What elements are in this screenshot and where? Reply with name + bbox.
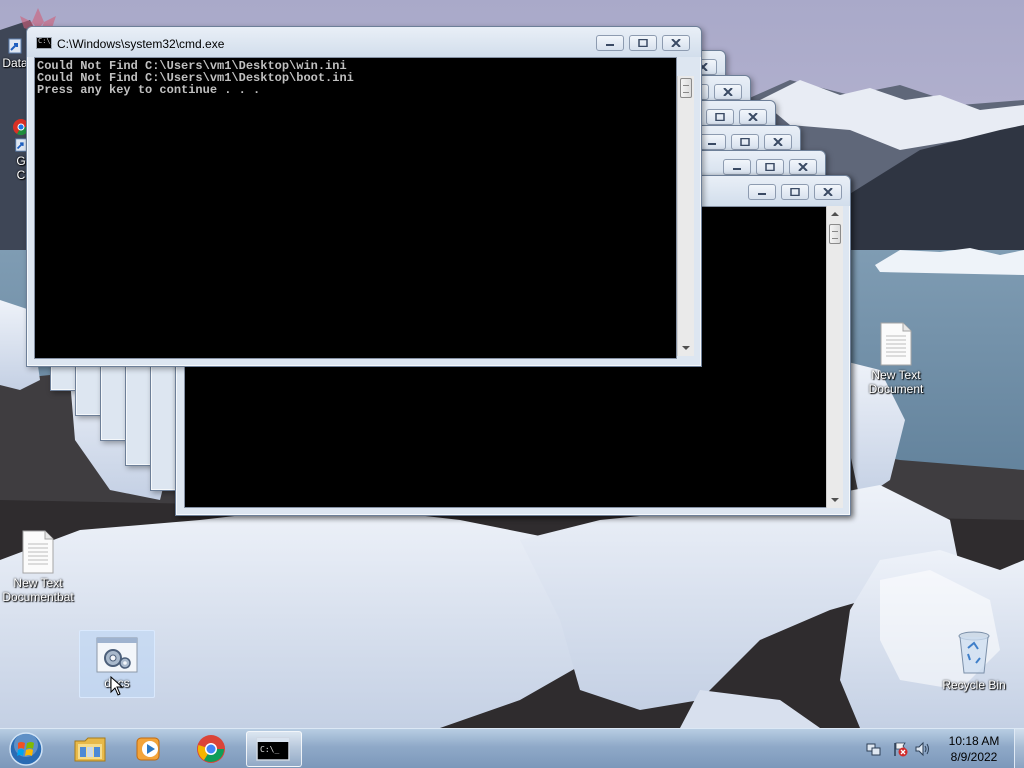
- clock-time: 10:18 AM: [948, 734, 1000, 748]
- taskbar-chrome-button[interactable]: [184, 731, 240, 767]
- minimize-icon: [758, 193, 766, 195]
- maximize-button[interactable]: [731, 134, 759, 150]
- close-icon: [671, 39, 681, 47]
- windows-logo-icon: [9, 732, 43, 766]
- folder-icon: [74, 737, 106, 762]
- speaker-icon[interactable]: [915, 741, 931, 757]
- maximize-icon: [715, 113, 725, 121]
- minimize-icon: [708, 143, 716, 145]
- clock-date: 8/9/2022: [950, 750, 998, 764]
- chrome-icon: [197, 735, 225, 763]
- minimize-icon: [733, 168, 741, 170]
- network-icon[interactable]: [866, 741, 882, 757]
- system-clock[interactable]: 10:18 AM 8/9/2022: [940, 733, 1008, 765]
- maximize-icon: [638, 39, 648, 47]
- close-icon: [823, 188, 833, 196]
- scroll-down-arrow-icon[interactable]: [678, 340, 694, 356]
- close-icon: [773, 138, 783, 146]
- console-line: Press any key to continue . . .: [37, 83, 261, 97]
- action-center-flag-icon[interactable]: [892, 741, 908, 757]
- maximize-icon: [740, 138, 750, 146]
- svg-text:C:\_: C:\_: [260, 745, 279, 754]
- close-button[interactable]: [764, 134, 792, 150]
- maximize-button[interactable]: [629, 35, 657, 51]
- close-icon: [798, 163, 808, 171]
- text-file-icon: [880, 322, 912, 366]
- console-icon: C:\_: [256, 737, 290, 761]
- recycle-bin-icon: [958, 631, 990, 674]
- console-icon: [36, 37, 55, 49]
- cmd-window-front[interactable]: C:\Windows\system32\cmd.exe Could Not Fi…: [26, 26, 702, 367]
- desktop-icon-label: Recycle Bin: [942, 678, 1006, 692]
- close-icon: [723, 88, 733, 96]
- maximize-button[interactable]: [756, 159, 784, 175]
- scroll-thumb[interactable]: [829, 224, 841, 244]
- close-button[interactable]: [739, 109, 767, 125]
- vertical-scrollbar[interactable]: [677, 76, 694, 356]
- desktop-icon-label: New Text Documentbat: [2, 576, 74, 604]
- close-button[interactable]: [714, 84, 742, 100]
- taskbar-media-player-button[interactable]: [122, 731, 178, 767]
- maximize-icon: [765, 163, 775, 171]
- minimize-button[interactable]: [596, 35, 624, 51]
- batch-file-gear-icon: [96, 637, 138, 673]
- scroll-down-arrow-icon[interactable]: [827, 492, 843, 508]
- close-button[interactable]: [789, 159, 817, 175]
- close-icon: [748, 113, 758, 121]
- window-title: C:\Windows\system32\cmd.exe: [57, 37, 225, 51]
- scroll-up-arrow-icon[interactable]: [827, 206, 843, 222]
- desktop-icon-new-text-document[interactable]: New Text Document: [858, 322, 934, 396]
- maximize-button[interactable]: [781, 184, 809, 200]
- desktop[interactable]: Data G C New Text Document New Text Docu…: [0, 0, 1024, 728]
- desktop-icon-label: New Text Document: [868, 368, 924, 396]
- scroll-thumb[interactable]: [680, 78, 692, 98]
- text-file-icon: [22, 530, 54, 574]
- minimize-icon: [606, 44, 614, 46]
- shortcut-icon: [8, 38, 22, 54]
- desktop-icon-new-text-documentbat[interactable]: New Text Documentbat: [0, 530, 76, 604]
- maximize-icon: [790, 188, 800, 196]
- vertical-scrollbar[interactable]: [826, 206, 843, 508]
- mouse-cursor-icon: [110, 676, 124, 696]
- minimize-button[interactable]: [698, 134, 726, 150]
- maximize-button[interactable]: [706, 109, 734, 125]
- minimize-button[interactable]: [748, 184, 776, 200]
- minimize-button[interactable]: [723, 159, 751, 175]
- start-button[interactable]: [6, 731, 46, 767]
- desktop-icon-recycle-bin[interactable]: Recycle Bin: [936, 630, 1012, 692]
- show-desktop-button[interactable]: [1014, 729, 1024, 768]
- close-button[interactable]: [662, 35, 690, 51]
- media-player-icon: [136, 737, 160, 761]
- console-output[interactable]: Could Not Find C:\Users\vm1\Desktop\win.…: [34, 57, 677, 359]
- taskbar-explorer-button[interactable]: [62, 731, 118, 767]
- taskbar-cmd-button[interactable]: C:\_: [246, 731, 302, 767]
- close-button[interactable]: [814, 184, 842, 200]
- taskbar: C:\_ 10:18 AM 8/9/2022: [0, 728, 1024, 768]
